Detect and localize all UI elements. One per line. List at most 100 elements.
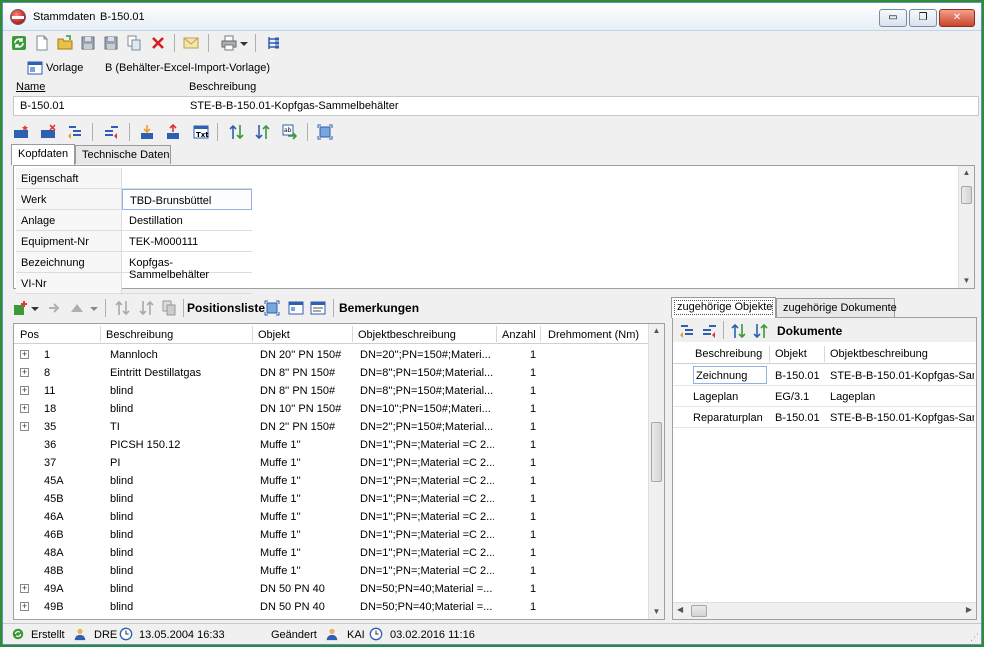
tab-kopfdaten[interactable]: Kopfdaten — [11, 144, 75, 165]
positions-scrollbar[interactable]: ▲ ▼ — [648, 324, 664, 619]
save-as-icon[interactable] — [103, 35, 119, 51]
print-icon[interactable] — [221, 35, 237, 51]
table-row[interactable]: +49A blind DN 50 PN 40 DN=50;PN=40;Material… — [14, 580, 650, 598]
column-header-objekt[interactable]: Objekt — [775, 348, 807, 360]
outdent-icon[interactable] — [103, 124, 119, 140]
table-row[interactable]: Zeichnung B-150.01 STE-B-B-150.01-Kopfgas-… — [673, 365, 976, 386]
scroll-down-icon[interactable]: ▼ — [649, 605, 664, 619]
sort-ascending-icon[interactable] — [115, 300, 131, 316]
table-row[interactable]: 37 PI Muffe 1'' DN=1'';PN=;Material =C 2...… — [14, 454, 650, 472]
bemerkungen-label[interactable]: Bemerkungen — [339, 301, 419, 315]
move-down-icon[interactable] — [139, 124, 155, 140]
expand-icon[interactable]: + — [20, 404, 29, 413]
hierarchy-icon[interactable] — [265, 35, 281, 51]
move-position-icon[interactable] — [47, 300, 63, 316]
add-row-icon[interactable] — [13, 124, 29, 140]
table-row[interactable]: +8 Eintritt Destillatgas DN 8'' PN 150# DN=… — [14, 364, 650, 382]
add-position-icon[interactable] — [13, 300, 29, 316]
table-row[interactable]: 36 PICSH 150.12 Muffe 1'' DN=1'';PN=;Materi… — [14, 436, 650, 454]
move-up-icon[interactable] — [165, 124, 181, 140]
header-values-row[interactable]: B-150.01 STE-B-B-150.01-Kopfgas-Sammelbe… — [13, 96, 979, 116]
tab-zugehoerige-objekte[interactable]: zugehörige Objekte — [671, 297, 776, 318]
table-row[interactable]: 48A blind Muffe 1'' DN=1'';PN=;Material =C … — [14, 544, 650, 562]
table-row[interactable]: 46B blind Muffe 1'' DN=1'';PN=;Material =C … — [14, 526, 650, 544]
minimize-button[interactable]: ▭ — [879, 9, 907, 27]
table-row[interactable]: 45A blind Muffe 1'' DN=1'';PN=;Material =C … — [14, 472, 650, 490]
property-value[interactable] — [122, 168, 252, 189]
maximize-button[interactable]: ❐ — [909, 9, 937, 27]
table-row[interactable]: 46A blind Muffe 1'' DN=1'';PN=;Material =C … — [14, 508, 650, 526]
notes-icon[interactable] — [310, 300, 326, 316]
table-row[interactable]: +49B blind DN 50 PN 40 DN=50;PN=40;Material… — [14, 598, 650, 616]
fit-view-icon[interactable] — [264, 300, 280, 316]
title-bar[interactable]: Stammdaten B-150.01 ▭ ❐ ✕ — [3, 3, 981, 31]
expand-icon[interactable]: + — [20, 368, 29, 377]
vorlage-label[interactable]: Vorlage — [46, 62, 83, 74]
window-view-icon[interactable] — [288, 300, 304, 316]
scroll-thumb[interactable] — [651, 422, 662, 482]
expand-icon[interactable]: + — [20, 602, 29, 611]
column-header-objekt[interactable]: Objekt — [258, 329, 290, 341]
delete-icon[interactable] — [150, 35, 166, 51]
column-header-objektbeschreibung[interactable]: Objektbeschreibung — [830, 348, 928, 360]
close-button[interactable]: ✕ — [939, 9, 975, 27]
column-header-anzahl[interactable]: Anzahl — [502, 329, 536, 341]
sort-descending-icon[interactable] — [139, 300, 155, 316]
table-row[interactable]: Reparaturplan B-150.01 STE-B-B-150.01-Kopf… — [673, 407, 976, 428]
chevron-down-icon[interactable] — [89, 300, 99, 316]
outdent-icon[interactable] — [701, 323, 717, 339]
copy-icon[interactable] — [126, 35, 142, 51]
scroll-up-icon[interactable]: ▲ — [649, 324, 664, 338]
sort-descending-icon[interactable] — [255, 124, 271, 140]
column-header-drehmoment[interactable]: Drehmoment (Nm) — [548, 329, 639, 341]
column-header-beschreibung[interactable]: Beschreibung — [106, 329, 173, 341]
indent-icon[interactable] — [679, 323, 695, 339]
resize-grip-icon[interactable]: ⋰ — [970, 632, 979, 643]
table-row[interactable]: +18 blind DN 10'' PN 150# DN=10'';PN=150#;M… — [14, 400, 650, 418]
copy-position-icon[interactable] — [161, 300, 177, 316]
properties-scrollbar[interactable]: ▲ ▼ — [958, 166, 974, 288]
scroll-down-icon[interactable]: ▼ — [959, 274, 974, 288]
table-row[interactable]: +35 TI DN 2'' PN 150# DN=2'';PN=150#;Materi… — [14, 418, 650, 436]
column-header-pos[interactable]: Pos — [20, 329, 39, 341]
tab-technische-daten[interactable]: Technische Daten — [75, 145, 171, 164]
scroll-left-icon[interactable]: ◀ — [677, 605, 683, 614]
table-row[interactable]: 45B blind Muffe 1'' DN=1'';PN=;Material =C … — [14, 490, 650, 508]
scroll-up-icon[interactable]: ▲ — [959, 166, 974, 180]
tab-zugehoerige-dokumente[interactable]: zugehörige Dokumente — [776, 298, 897, 317]
remove-row-icon[interactable] — [40, 124, 56, 140]
column-header-objektbeschreibung[interactable]: Objektbeschreibung — [358, 329, 456, 341]
text-edit-icon[interactable]: Txt — [193, 124, 209, 140]
table-row[interactable]: +1 Mannloch DN 20'' PN 150# DN=20'';PN=150#… — [14, 346, 650, 364]
chevron-down-icon[interactable] — [239, 35, 249, 51]
fit-view-icon[interactable] — [317, 124, 333, 140]
positionsliste-label[interactable]: Positionsliste — [187, 301, 265, 315]
mail-icon[interactable] — [183, 35, 199, 51]
property-value[interactable] — [122, 273, 252, 294]
indent-icon[interactable] — [67, 124, 83, 140]
export-icon[interactable]: ab — [282, 124, 298, 140]
position-options-icon[interactable] — [69, 300, 85, 316]
scroll-thumb[interactable] — [691, 605, 707, 617]
table-row[interactable]: 48B blind Muffe 1'' DN=1'';PN=;Material =C … — [14, 562, 650, 580]
property-value-selected[interactable]: TBD-Brunsbüttel — [122, 189, 252, 210]
expand-icon[interactable]: + — [20, 422, 29, 431]
property-value[interactable]: Kopfgas-Sammelbehälter — [122, 252, 252, 281]
table-row[interactable]: Lageplan EG/3.1 Lageplan — [673, 386, 976, 407]
sort-descending-icon[interactable] — [753, 323, 769, 339]
expand-icon[interactable]: + — [20, 584, 29, 593]
open-folder-icon[interactable] — [57, 35, 73, 51]
scroll-thumb[interactable] — [961, 186, 972, 204]
new-document-icon[interactable] — [34, 35, 50, 51]
sort-ascending-icon[interactable] — [731, 323, 747, 339]
template-icon[interactable] — [27, 60, 43, 76]
expand-icon[interactable]: + — [20, 386, 29, 395]
table-row[interactable]: +11 blind DN 8'' PN 150# DN=8'';PN=150#;Mat… — [14, 382, 650, 400]
chevron-down-icon[interactable] — [30, 300, 40, 316]
documents-horizontal-scrollbar[interactable]: ◀ ▶ — [673, 602, 976, 619]
refresh-icon[interactable] — [11, 35, 27, 51]
property-value[interactable]: Destillation — [122, 210, 252, 231]
save-icon[interactable] — [80, 35, 96, 51]
scroll-right-icon[interactable]: ▶ — [966, 605, 972, 614]
column-header-beschreibung[interactable]: Beschreibung — [695, 348, 762, 360]
